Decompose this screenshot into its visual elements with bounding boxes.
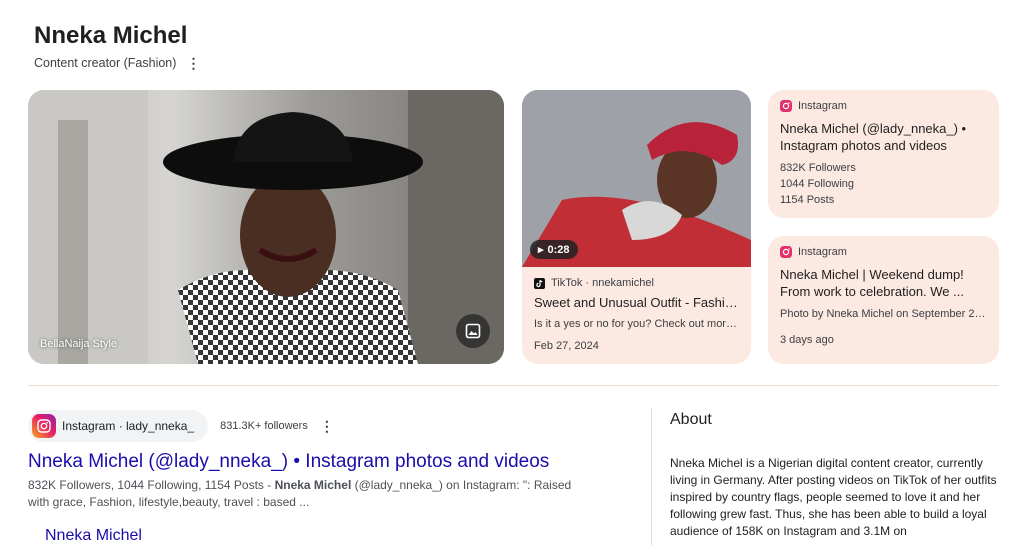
- tiktok-video-date: Feb 27, 2024: [534, 340, 599, 352]
- instagram-profile-card[interactable]: Instagram Nneka Michel (@lady_nneka_) • …: [768, 90, 999, 218]
- tiktok-icon: [534, 277, 545, 289]
- hero-image[interactable]: BellaNaija Style: [28, 90, 504, 364]
- video-duration-badge: ▸ 0:28: [530, 240, 578, 259]
- instagram-source-label: Instagram: [798, 100, 847, 112]
- instagram-post-card[interactable]: Instagram Nneka Michel | Weekend dump! F…: [768, 236, 999, 364]
- more-options-icon[interactable]: ⋮: [186, 56, 200, 70]
- result-source-row: Instagram · lady_nneka_ 831.3K+ follower…: [28, 410, 334, 442]
- result-source-chip[interactable]: Instagram · lady_nneka_: [28, 410, 209, 442]
- instagram-source-label: Instagram: [798, 246, 847, 258]
- instagram-source: Instagram: [780, 100, 987, 112]
- subtitle-label: Content creator (Fashion): [34, 56, 177, 70]
- result-sublink[interactable]: Nneka Michel: [45, 527, 142, 545]
- instagram-favicon-icon: [32, 414, 56, 438]
- following-count: 1044 Following: [780, 178, 854, 190]
- image-icon: [465, 323, 481, 339]
- tiktok-source-label: TikTok · nnekamichel: [551, 277, 654, 289]
- tiktok-video-description: Is it a yes or no for you? Check out mor…: [534, 318, 739, 330]
- instagram-icon: [780, 100, 792, 112]
- video-thumbnail[interactable]: ▸ 0:28: [522, 90, 751, 267]
- result-more-options-icon[interactable]: ⋮: [320, 419, 334, 433]
- tiktok-video-title[interactable]: Sweet and Unusual Outfit - Fashion...: [534, 295, 739, 310]
- instagram-post-date: 3 days ago: [780, 334, 834, 346]
- followers-count: 832K Followers: [780, 162, 856, 174]
- instagram-source: Instagram: [780, 246, 987, 258]
- instagram-post-title[interactable]: Nneka Michel | Weekend dump! From work t…: [780, 266, 987, 300]
- posts-count: 1154 Posts: [780, 194, 835, 206]
- result-title-link[interactable]: Nneka Michel (@lady_nneka_) • Instagram …: [28, 451, 549, 473]
- page-title: Nneka Michel: [34, 22, 188, 49]
- hero-source-label: BellaNaija Style: [40, 338, 118, 350]
- page-subtitle: Content creator (Fashion) ⋮: [34, 56, 200, 70]
- duration-label: 0:28: [547, 243, 570, 256]
- instagram-profile-title[interactable]: Nneka Michel (@lady_nneka_) • Instagram …: [780, 120, 987, 154]
- image-view-button[interactable]: [456, 314, 490, 348]
- tiktok-source: TikTok · nnekamichel: [534, 277, 739, 289]
- hero-illustration: [28, 90, 504, 364]
- result-source-label: Instagram · lady_nneka_: [62, 419, 195, 433]
- snippet-highlight: Nneka Michel: [274, 478, 352, 492]
- about-text: Nneka Michel is a Nigerian digital conte…: [670, 456, 997, 538]
- play-icon: ▸: [538, 244, 544, 256]
- result-followers: 831.3K+ followers: [220, 420, 308, 432]
- instagram-post-description: Photo by Nneka Michel on September 27,..…: [780, 308, 987, 320]
- instagram-icon: [780, 246, 792, 258]
- about-heading: About: [670, 411, 712, 428]
- result-snippet: 832K Followers, 1044 Following, 1154 Pos…: [28, 477, 588, 511]
- tiktok-video-card[interactable]: ▸ 0:28 TikTok · nnekamichel Sweet and Un…: [522, 90, 751, 364]
- section-divider: [28, 385, 999, 386]
- column-divider: [651, 408, 652, 545]
- snippet-text-start: 832K Followers, 1044 Following, 1154 Pos…: [28, 478, 275, 492]
